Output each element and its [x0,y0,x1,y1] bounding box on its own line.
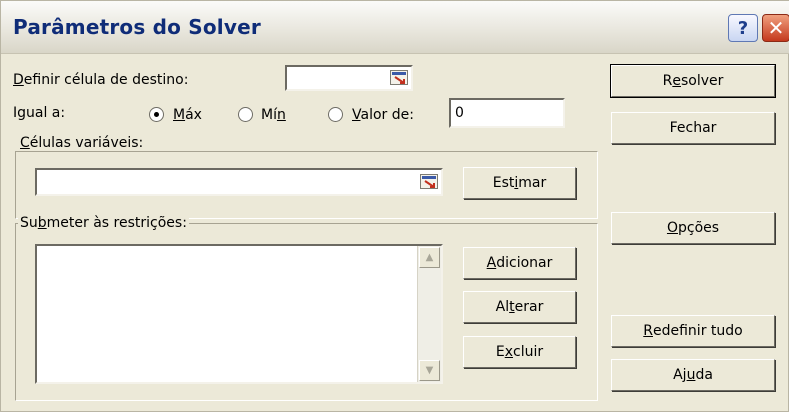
variable-cells-input[interactable] [35,168,443,196]
delete-button[interactable]: Ex cluir [463,336,576,368]
arrow-down-icon: ▼ [425,365,434,376]
add-button[interactable]: Adicionar [463,247,576,279]
reset-all-button[interactable]: Redefinir tudo [611,315,775,347]
variable-cells-label: Células variáveis: [18,135,146,151]
value-of-input[interactable]: 0 [449,98,565,128]
radio-min[interactable] [238,107,253,122]
radio-value-of[interactable] [328,107,343,122]
radio-max-label[interactable]: Máx [173,107,202,123]
close-icon: ✕ [767,16,785,40]
change-button[interactable]: Al t erar [463,291,576,323]
help-dialog-button[interactable]: Aj u da [611,359,775,391]
radio-max[interactable] [149,107,164,122]
constraints-scrollbar[interactable]: ▲ ▼ [417,246,441,382]
close-dialog-button[interactable]: Fechar [611,112,775,144]
arrow-up-icon: ▲ [425,252,434,263]
close-button[interactable]: ✕ [762,14,789,42]
constraints-list[interactable]: ▲ ▼ [35,244,443,384]
scroll-down-button[interactable]: ▼ [419,360,440,381]
radio-value-of-label[interactable]: Valor de: [352,107,414,123]
scroll-up-button[interactable]: ▲ [419,247,440,268]
radio-min-label[interactable]: Mín [261,107,286,123]
options-button[interactable]: Opções [611,212,775,244]
target-cell-input[interactable] [285,65,413,91]
collapse-dialog-icon[interactable] [390,70,408,85]
solver-dialog: Parâmetros do Solver ? ✕ Definir célula … [0,0,789,412]
estimate-button[interactable]: Est i mar [463,167,576,199]
window-title: Parâmetros do Solver [13,15,261,39]
help-button[interactable]: ? [728,14,758,42]
target-cell-label: Definir célula de destino: [13,72,189,88]
collapse-dialog-icon[interactable] [420,174,438,189]
title-bar[interactable]: Parâmetros do Solver ? ✕ [1,1,789,54]
constraints-label: Submeter às restrições: [18,215,189,231]
solve-button[interactable]: Re solver [610,64,776,98]
question-icon: ? [737,17,749,39]
equal-to-label: Igual a: [13,105,66,121]
